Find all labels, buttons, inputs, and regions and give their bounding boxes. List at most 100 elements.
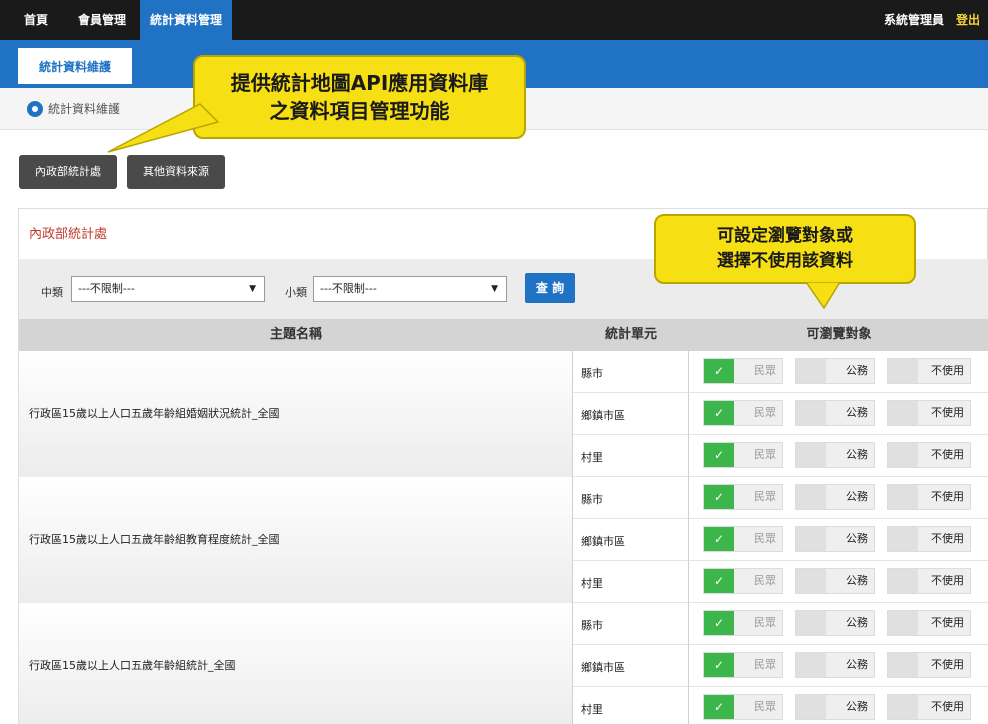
- viewer-toggle[interactable]: 公務: [795, 568, 875, 594]
- unit-label: 鄉鎮市區: [581, 409, 625, 422]
- viewer-toggle[interactable]: 不使用: [887, 652, 971, 678]
- toggle-label: 不使用: [931, 658, 964, 671]
- source-other-button[interactable]: 其他資料來源: [127, 155, 225, 189]
- source-moi-button[interactable]: 內政部統計處: [19, 155, 117, 189]
- callout-line: 可設定瀏覽對象或: [717, 226, 853, 246]
- check-icon: ✓: [704, 443, 734, 467]
- query-button[interactable]: 查 詢: [525, 273, 575, 303]
- unchecked-box-icon: [796, 653, 826, 677]
- viewer-toggle[interactable]: 公務: [795, 652, 875, 678]
- unit-cell: 縣市: [573, 477, 689, 519]
- check-icon: ✓: [704, 527, 734, 551]
- viewer-toggle[interactable]: 公務: [795, 358, 875, 384]
- unit-label: 村里: [581, 703, 603, 716]
- viewer-toggle[interactable]: ✓ 民眾: [703, 400, 783, 426]
- middle-category-select[interactable]: ---不限制--- ▼: [71, 276, 265, 302]
- viewer-toggle[interactable]: 不使用: [887, 400, 971, 426]
- viewer-toggle[interactable]: ✓ 民眾: [703, 652, 783, 678]
- nav-stats-management[interactable]: 統計資料管理: [140, 0, 233, 40]
- toggle-label: 民眾: [754, 616, 776, 629]
- check-icon: ✓: [704, 695, 734, 719]
- viewer-toggle[interactable]: 公務: [795, 484, 875, 510]
- viewer-toggle[interactable]: 公務: [795, 526, 875, 552]
- toggle-label: 公務: [846, 364, 868, 377]
- nav-home[interactable]: 首頁: [14, 0, 58, 40]
- chevron-down-icon: ▼: [249, 284, 256, 294]
- toggle-label: 不使用: [931, 364, 964, 377]
- unit-cell: 鄉鎮市區: [573, 393, 689, 435]
- unit-label: 鄉鎮市區: [581, 535, 625, 548]
- toggle-label: 公務: [846, 448, 868, 461]
- toggle-label: 不使用: [931, 448, 964, 461]
- callout-line: 選擇不使用該資料: [717, 251, 853, 271]
- viewer-toggle[interactable]: 公務: [795, 694, 875, 720]
- unchecked-box-icon: [796, 359, 826, 383]
- middle-category-label: 中類: [41, 286, 63, 299]
- unchecked-box-icon: [888, 695, 918, 719]
- viewer-toggle[interactable]: 公務: [795, 610, 875, 636]
- unit-cell: 鄉鎮市區: [573, 519, 689, 561]
- toggle-label: 民眾: [754, 532, 776, 545]
- page: 首頁 會員管理 統計資料管理 系統管理員 登出 統計資料維護 統計資料維護 內政…: [0, 0, 988, 724]
- panel-title: 內政部統計處: [29, 227, 108, 242]
- viewer-toggle[interactable]: ✓ 民眾: [703, 442, 783, 468]
- toggle-label: 公務: [846, 574, 868, 587]
- toggle-label: 公務: [846, 406, 868, 419]
- toggle-label: 民眾: [754, 574, 776, 587]
- viewer-options-cell: ✓ 民眾 公務 不使用: [689, 393, 988, 435]
- logout-link[interactable]: 登出: [956, 0, 980, 40]
- check-icon: ✓: [704, 569, 734, 593]
- toggle-label: 公務: [846, 616, 868, 629]
- tab-stats-maintenance[interactable]: 統計資料維護: [17, 47, 133, 85]
- viewer-toggle[interactable]: 不使用: [887, 358, 971, 384]
- callout-pointer: [805, 282, 841, 310]
- toggle-label: 公務: [846, 700, 868, 713]
- viewer-toggle[interactable]: ✓ 民眾: [703, 694, 783, 720]
- viewer-toggle[interactable]: ✓ 民眾: [703, 484, 783, 510]
- small-category-select[interactable]: ---不限制--- ▼: [313, 276, 507, 302]
- viewer-toggle[interactable]: 不使用: [887, 694, 971, 720]
- nav-members[interactable]: 會員管理: [68, 0, 136, 40]
- viewer-toggle[interactable]: ✓ 民眾: [703, 568, 783, 594]
- viewer-toggle[interactable]: 公務: [795, 442, 875, 468]
- toggle-label: 不使用: [931, 700, 964, 713]
- table-row-group: 行政區15歲以上人口五歲年齡組婚姻狀況統計_全國 縣市 ✓ 民眾 公務 不使用 鄉鎮市區 ✓ 民…: [19, 351, 988, 477]
- toggle-label: 民眾: [754, 658, 776, 671]
- topic-name: 行政區15歲以上人口五歲年齡組教育程度統計_全國: [29, 533, 280, 546]
- unit-cell: 鄉鎮市區: [573, 645, 689, 687]
- viewer-toggle[interactable]: ✓ 民眾: [703, 610, 783, 636]
- viewer-toggle[interactable]: 不使用: [887, 526, 971, 552]
- unchecked-box-icon: [888, 653, 918, 677]
- viewer-options-cell: ✓ 民眾 公務 不使用: [689, 561, 988, 603]
- unit-cell: 村里: [573, 435, 689, 477]
- unit-label: 縣市: [581, 493, 603, 506]
- map-pin-icon: [27, 101, 43, 117]
- unchecked-box-icon: [796, 485, 826, 509]
- unchecked-box-icon: [796, 695, 826, 719]
- toggle-label: 民眾: [754, 448, 776, 461]
- viewer-options-cell: ✓ 民眾 公務 不使用: [689, 645, 988, 687]
- viewer-options-cell: ✓ 民眾 公務 不使用: [689, 351, 988, 393]
- unchecked-box-icon: [796, 527, 826, 551]
- viewer-options-cell: ✓ 民眾 公務 不使用: [689, 687, 988, 724]
- viewer-toggle[interactable]: 不使用: [887, 484, 971, 510]
- table-header: 主題名稱 統計單元 可瀏覽對象: [19, 319, 988, 351]
- unchecked-box-icon: [888, 485, 918, 509]
- unit-label: 村里: [581, 451, 603, 464]
- unchecked-box-icon: [796, 443, 826, 467]
- viewer-toggle[interactable]: 不使用: [887, 568, 971, 594]
- topic-cell: 行政區15歲以上人口五歲年齡組婚姻狀況統計_全國: [19, 351, 573, 477]
- viewer-options-cell: ✓ 民眾 公務 不使用: [689, 477, 988, 519]
- check-icon: ✓: [704, 611, 734, 635]
- topic-cell: 行政區15歲以上人口五歲年齡組教育程度統計_全國: [19, 477, 573, 603]
- viewer-toggle[interactable]: ✓ 民眾: [703, 526, 783, 552]
- toggle-label: 不使用: [931, 574, 964, 587]
- small-category-value: ---不限制---: [320, 282, 377, 295]
- toggle-label: 公務: [846, 532, 868, 545]
- viewer-toggle[interactable]: 不使用: [887, 442, 971, 468]
- viewer-toggle[interactable]: 不使用: [887, 610, 971, 636]
- header-viewers: 可瀏覽對象: [806, 327, 872, 342]
- viewer-toggle[interactable]: ✓ 民眾: [703, 358, 783, 384]
- viewer-toggle[interactable]: 公務: [795, 400, 875, 426]
- callout-line: 提供統計地圖API應用資料庫: [230, 71, 489, 95]
